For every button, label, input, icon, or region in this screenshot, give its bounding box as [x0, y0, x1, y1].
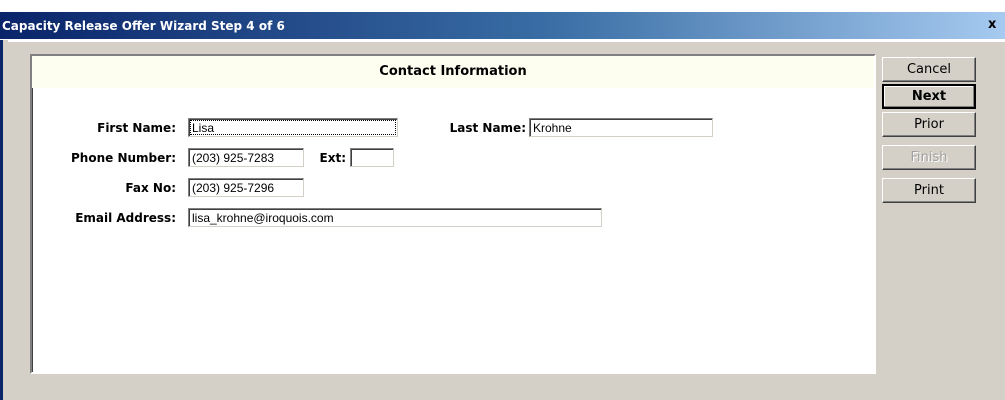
ext-label: Ext:: [319, 151, 346, 165]
panel-header: Contact Information: [32, 56, 874, 88]
window-title: Capacity Release Offer Wizard Step 4 of …: [2, 19, 285, 33]
last-name-field[interactable]: Krohne: [529, 118, 713, 137]
last-name-label: Last Name:: [449, 121, 526, 135]
panel-title: Contact Information: [379, 64, 527, 79]
window-left-border-inner: [3, 40, 8, 400]
title-bar-area: Capacity Release Offer Wizard Step 4 of …: [0, 0, 1005, 42]
wizard-window: Capacity Release Offer Wizard Step 4 of …: [0, 0, 1005, 400]
cancel-button[interactable]: Cancel: [882, 57, 976, 82]
email-address-field[interactable]: lisa_krohne@iroquois.com: [188, 208, 602, 227]
next-button[interactable]: Next: [882, 84, 976, 109]
contact-info-panel: Contact Information First Name: Lisa Las…: [30, 54, 876, 374]
first-name-label: First Name:: [97, 121, 176, 135]
phone-number-field[interactable]: (203) 925-7283: [188, 148, 304, 167]
close-button[interactable]: x: [988, 13, 1005, 37]
fax-number-field[interactable]: (203) 925-7296: [188, 178, 304, 197]
ext-field[interactable]: [350, 148, 394, 167]
finish-button: Finish: [882, 145, 976, 170]
first-name-field[interactable]: Lisa: [188, 118, 398, 137]
email-address-label: Email Address:: [75, 211, 176, 225]
prior-button[interactable]: Prior: [882, 112, 976, 137]
fax-number-label: Fax No:: [125, 181, 176, 195]
print-button[interactable]: Print: [882, 178, 976, 203]
phone-number-label: Phone Number:: [71, 151, 176, 165]
window-left-border: [0, 40, 8, 400]
